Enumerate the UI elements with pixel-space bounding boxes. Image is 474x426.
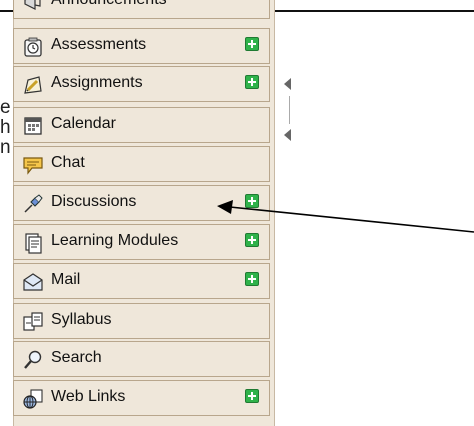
annotation-arrow (217, 200, 474, 233)
